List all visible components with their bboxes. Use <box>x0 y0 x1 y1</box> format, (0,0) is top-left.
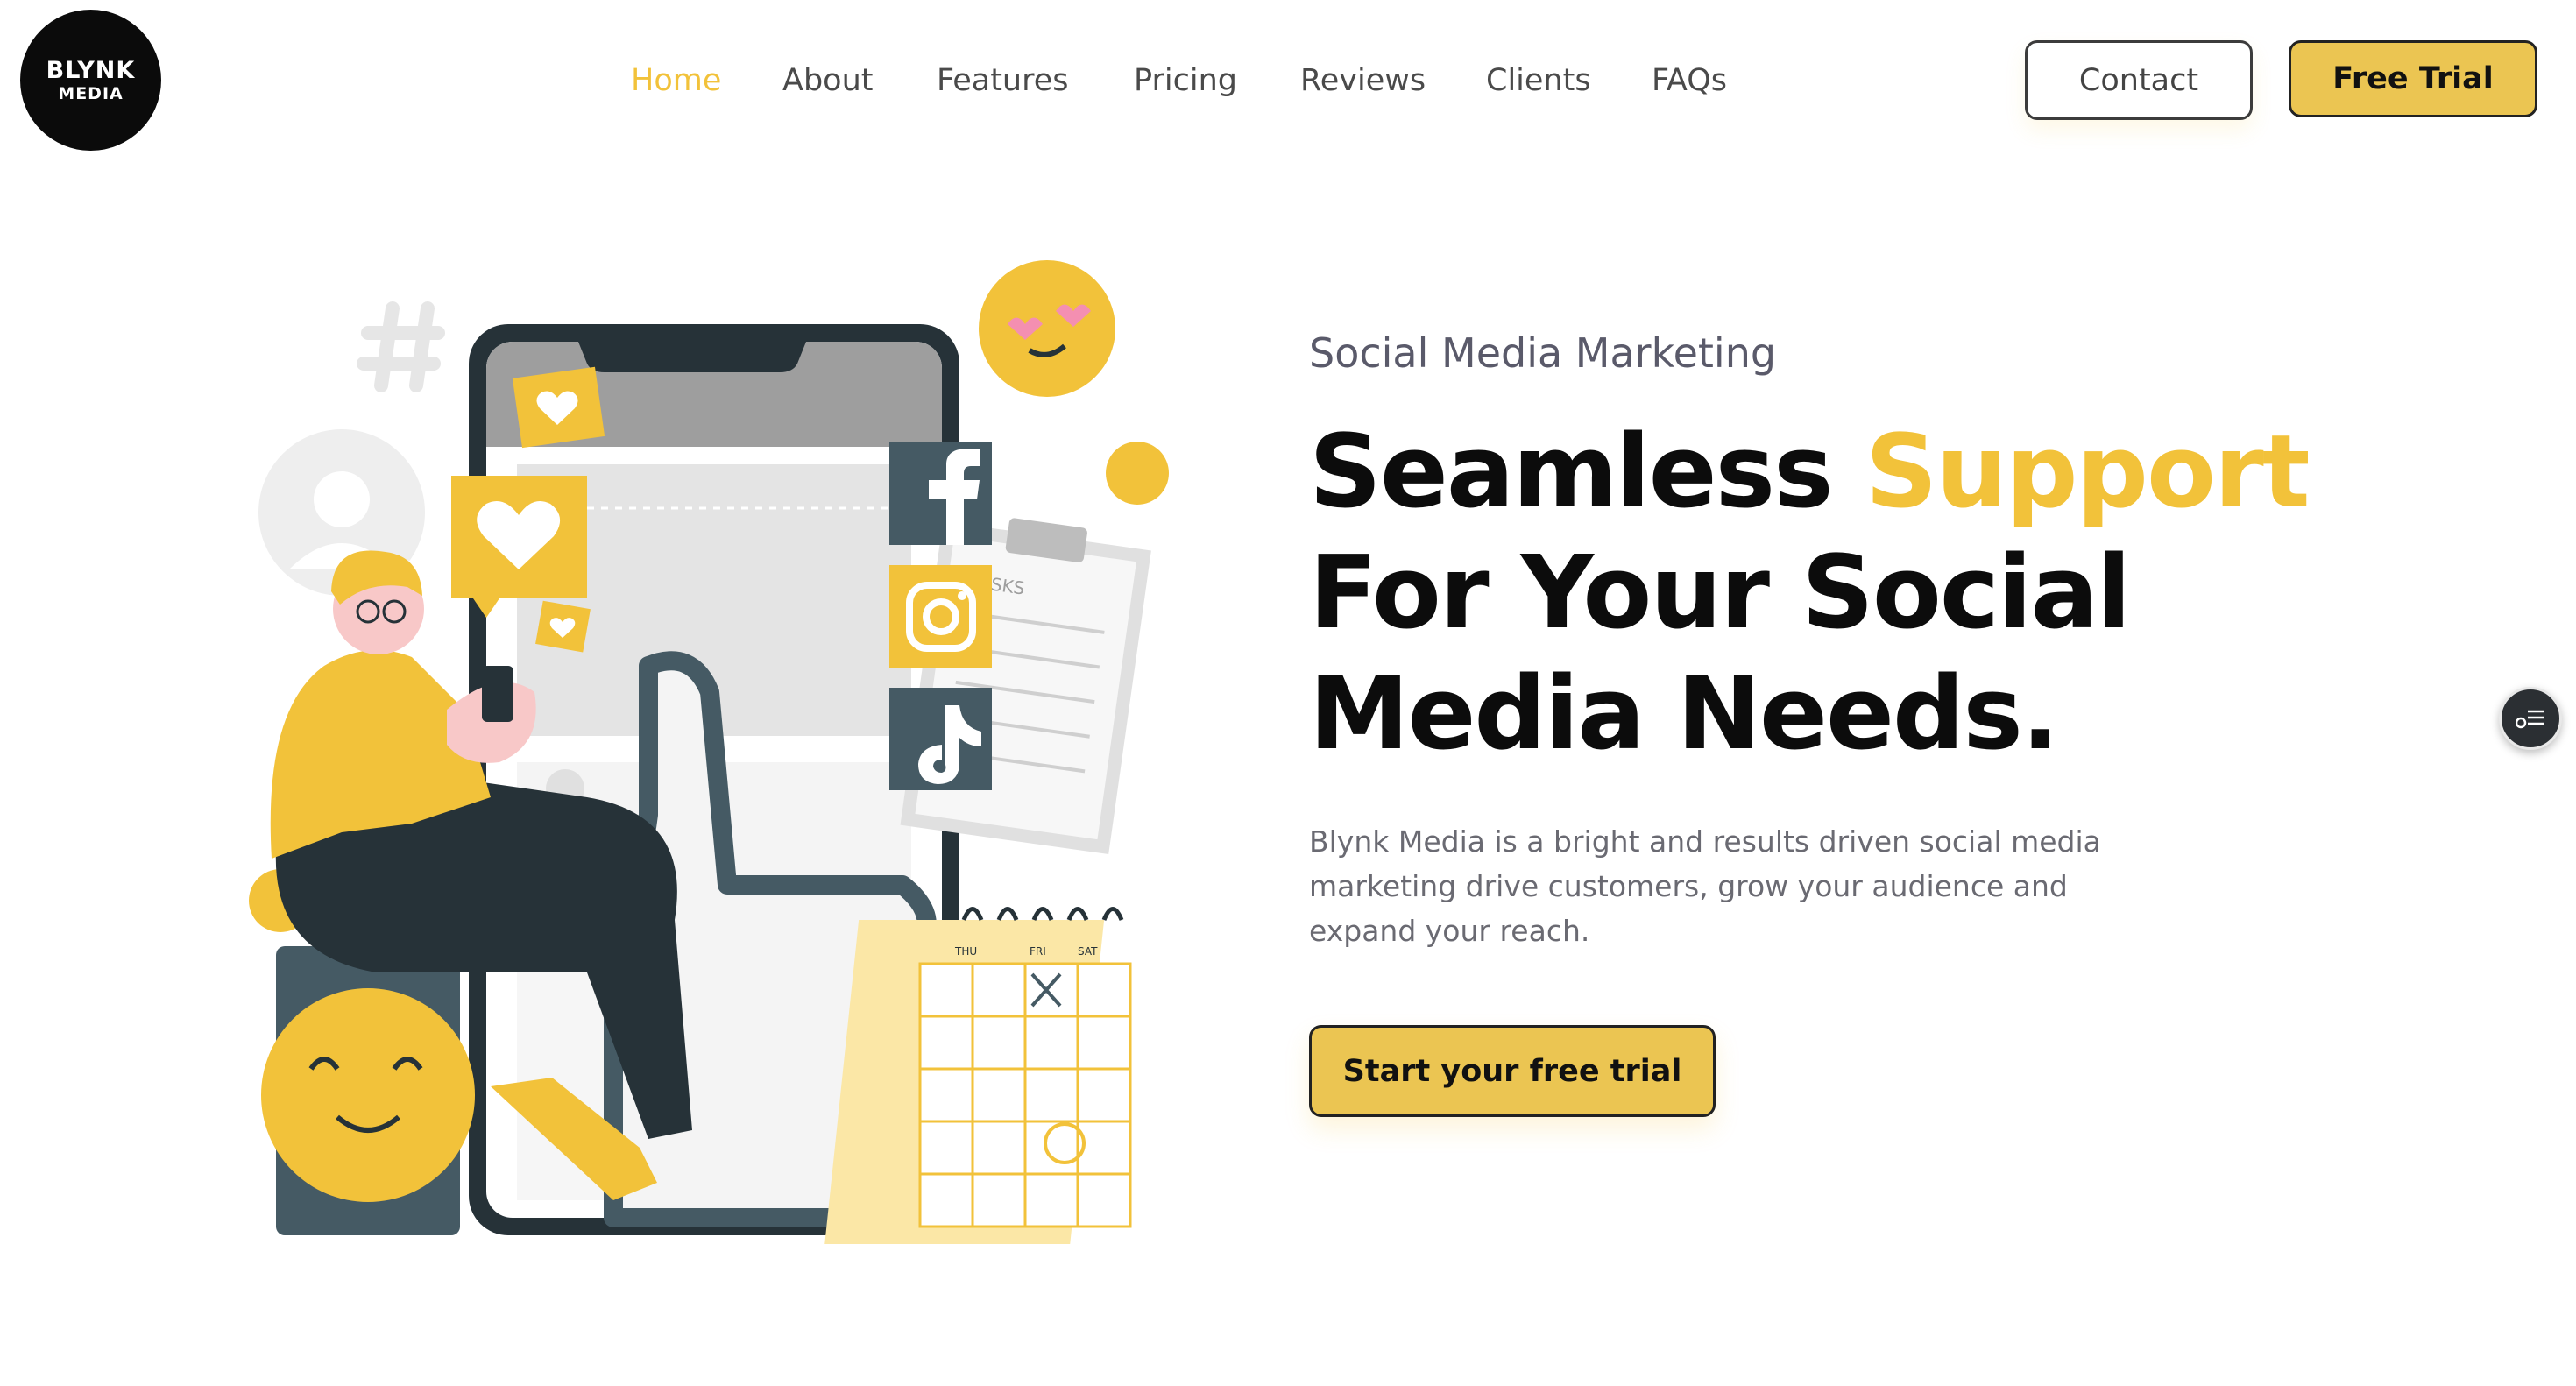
settings-list-icon[interactable] <box>2499 687 2562 750</box>
headline-accent: Support <box>1865 414 2311 531</box>
decor-dot-right <box>1106 442 1169 505</box>
logo-line-2: MEDIA <box>58 83 124 103</box>
hero-headline: Seamless Support For Your Social Media N… <box>1309 412 2448 774</box>
nav-item-faqs[interactable]: FAQs <box>1652 58 1727 103</box>
smiley-icon <box>261 988 475 1202</box>
hashtag-icon <box>357 301 445 392</box>
calendar-day-fri: FRI <box>1030 945 1046 958</box>
headline-part-1: Seamless <box>1309 414 1865 531</box>
clipboard-illustration: TASKS <box>900 518 1151 855</box>
logo-line-1: BLYNK <box>46 56 136 84</box>
nav-item-pricing[interactable]: Pricing <box>1134 58 1237 103</box>
contact-button[interactable]: Contact <box>2025 40 2253 120</box>
nav-item-home[interactable]: Home <box>631 58 721 103</box>
heart-icon-tiny <box>535 600 591 653</box>
nav-item-about[interactable]: About <box>782 58 873 103</box>
smiley-icon-love <box>979 260 1115 397</box>
hero-description: Blynk Media is a bright and results driv… <box>1309 824 2101 948</box>
calendar-illustration: THU FRI SAT <box>824 907 1132 1244</box>
facebook-icon <box>889 442 992 545</box>
headline-line-2: For Your Social <box>1309 534 2131 652</box>
heart-icon-small <box>512 366 605 449</box>
hero-eyebrow: Social Media Marketing <box>1309 329 1777 377</box>
headline-line-3: Media Needs. <box>1309 655 2060 773</box>
heart-icon <box>451 476 587 618</box>
brand-logo[interactable]: BLYNK MEDIA <box>20 10 161 151</box>
nav-item-clients[interactable]: Clients <box>1486 58 1591 103</box>
instagram-icon <box>889 565 992 668</box>
list-toggle-glyph <box>2516 710 2544 729</box>
nav-item-features[interactable]: Features <box>937 58 1069 103</box>
start-free-trial-button[interactable]: Start your free trial <box>1309 1025 1716 1117</box>
nav-item-reviews[interactable]: Reviews <box>1300 58 1426 103</box>
free-trial-button[interactable]: Free Trial <box>2289 40 2537 117</box>
hero-illustration: THU FRI SAT TASKS <box>249 260 1169 1244</box>
calendar-day-thu: THU <box>954 945 977 958</box>
calendar-day-sat: SAT <box>1078 945 1098 958</box>
tiktok-icon <box>889 688 992 790</box>
